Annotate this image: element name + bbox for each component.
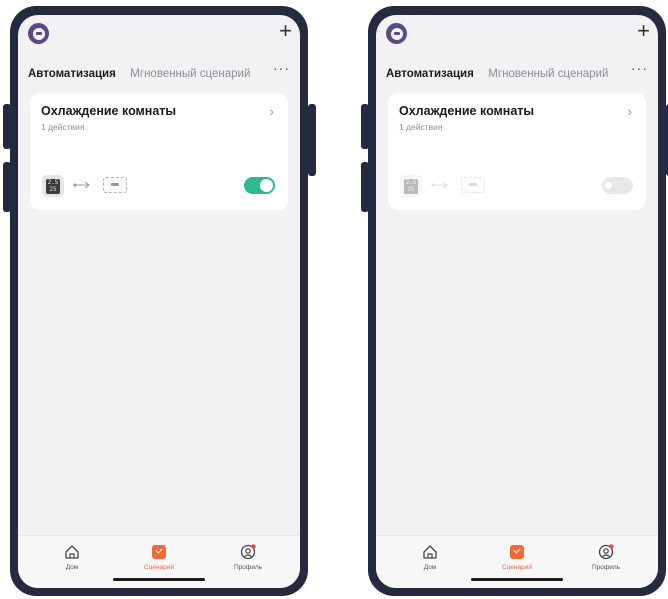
home-indicator: [113, 578, 205, 581]
avatar[interactable]: [28, 23, 49, 44]
top-bar: +: [376, 15, 658, 47]
thermometer-device-icon: 2.5 25: [400, 175, 422, 197]
phone-frame-left: + Автоматизация Мгновенный сценарий ··· …: [3, 6, 316, 596]
profile-icon: [598, 544, 614, 560]
app-screen: + Автоматизация Мгновенный сценарий ··· …: [376, 15, 658, 588]
volume-button: [361, 104, 369, 149]
scene-icon: [510, 545, 524, 559]
automation-card[interactable]: Охлаждение комнаты 1 действия › 2.5 25: [388, 93, 646, 210]
volume-button: [3, 104, 11, 149]
avatar-icon: [32, 27, 45, 40]
app-screen: + Автоматизация Мгновенный сценарий ··· …: [18, 15, 300, 588]
nav-profile[interactable]: Профиль: [576, 544, 636, 571]
chevron-right-icon[interactable]: ›: [269, 103, 274, 119]
nav-home-label: Дом: [423, 564, 437, 571]
tab-automation[interactable]: Автоматизация: [28, 68, 116, 80]
more-icon[interactable]: ···: [273, 60, 290, 76]
nav-profile-label: Профиль: [591, 564, 621, 571]
nav-scenes-label: Сценарий: [143, 564, 175, 571]
tab-instant-scene[interactable]: Мгновенный сценарий: [488, 68, 608, 80]
scene-tabs: Автоматизация Мгновенный сценарий ···: [28, 60, 290, 84]
more-icon[interactable]: ···: [631, 60, 648, 76]
automation-card[interactable]: Охлаждение комнаты 1 действия › 2.5 25: [30, 93, 288, 210]
nav-home-label: Дом: [65, 564, 79, 571]
volume-button: [3, 162, 11, 212]
home-icon: [65, 545, 79, 559]
scene-tabs: Автоматизация Мгновенный сценарий ···: [386, 60, 648, 84]
automation-toggle[interactable]: [602, 177, 633, 194]
add-button[interactable]: +: [637, 20, 650, 42]
toggle-knob: [260, 179, 273, 192]
arrow-right-icon: [431, 181, 448, 189]
lcd-display: 2.5 25: [404, 178, 418, 194]
toggle-knob: [605, 182, 612, 189]
volume-button: [361, 162, 369, 212]
nav-profile[interactable]: Профиль: [218, 544, 278, 571]
home-indicator: [471, 578, 563, 581]
nav-scenes[interactable]: Сценарий: [129, 544, 189, 571]
profile-icon: [240, 544, 256, 560]
automation-subtitle: 1 действия: [399, 122, 443, 132]
add-button[interactable]: +: [279, 20, 292, 42]
nav-home[interactable]: Дом: [400, 544, 460, 571]
automation-subtitle: 1 действия: [41, 122, 85, 132]
nav-scenes-label: Сценарий: [501, 564, 533, 571]
automation-title: Охлаждение комнаты: [399, 104, 535, 118]
phone-frame-right: + Автоматизация Мгновенный сценарий ··· …: [361, 6, 668, 596]
avatar-icon: [390, 27, 403, 40]
automation-title: Охлаждение комнаты: [41, 104, 177, 118]
scene-icon: [152, 545, 166, 559]
automation-toggle[interactable]: [244, 177, 275, 194]
thermometer-device-icon: 2.5 25: [42, 175, 64, 197]
bottom-nav: Дом Сценарий Профиль: [376, 535, 658, 588]
top-bar: +: [18, 15, 300, 47]
power-button: [308, 104, 316, 176]
bottom-nav: Дом Сценарий Профиль: [18, 535, 300, 588]
avatar[interactable]: [386, 23, 407, 44]
lcd-display: 2.5 25: [46, 178, 60, 194]
tab-instant-scene[interactable]: Мгновенный сценарий: [130, 68, 250, 80]
home-icon: [423, 545, 437, 559]
nav-home[interactable]: Дом: [42, 544, 102, 571]
ir-remote-icon: [461, 177, 485, 193]
chevron-right-icon[interactable]: ›: [627, 103, 632, 119]
nav-scenes[interactable]: Сценарий: [487, 544, 547, 571]
nav-profile-label: Профиль: [233, 564, 263, 571]
arrow-right-icon: [73, 181, 90, 189]
ir-remote-icon: [103, 177, 127, 193]
tab-automation[interactable]: Автоматизация: [386, 68, 474, 80]
